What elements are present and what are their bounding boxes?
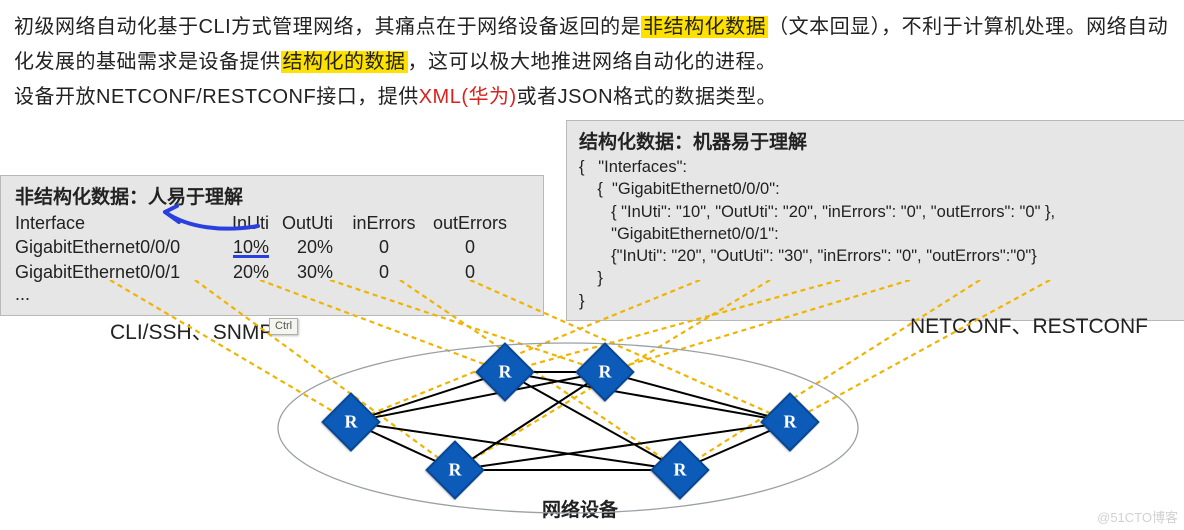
panel-title: 非结构化数据：人易于理解	[15, 182, 533, 209]
col-oututi: OutUti	[277, 211, 341, 235]
text: 初级网络自动化基于CLI方式管理网络，其痛点在于网络设备返回的是	[14, 16, 641, 38]
col-inerrors: inErrors	[341, 211, 427, 235]
table-row: GigabitEthernet0/0/0 10% 20% 0 0	[15, 235, 533, 259]
highlight-2: 结构化的数据	[281, 51, 408, 73]
panel-title: 结构化数据：机器易于理解	[579, 127, 1179, 154]
network-topology-lines	[0, 280, 1184, 530]
text: ，这可以极大地推进网络自动化的进程。	[408, 51, 777, 73]
watermark: @51CTO博客	[1097, 507, 1178, 526]
text: 或者JSON格式的数据类型。	[517, 86, 777, 108]
col-outerrors: outErrors	[427, 211, 513, 235]
xml-huawei-text: XML(华为)	[419, 86, 517, 108]
col-interface: Interface	[15, 211, 213, 235]
table-header: Interface InUti OutUti inErrors outError…	[15, 211, 533, 235]
network-diagram: CLI/SSH、SNMP NETCONF、RESTCONF 网络设备 Ctrl	[0, 280, 1184, 530]
intro-paragraph: 初级网络自动化基于CLI方式管理网络，其痛点在于网络设备返回的是非结构化数据（文…	[14, 10, 1170, 115]
highlight-1: 非结构化数据	[641, 16, 768, 38]
col-inuti: InUti	[213, 211, 277, 235]
text: 设备开放NETCONF/RESTCONF接口，提供	[14, 86, 419, 108]
